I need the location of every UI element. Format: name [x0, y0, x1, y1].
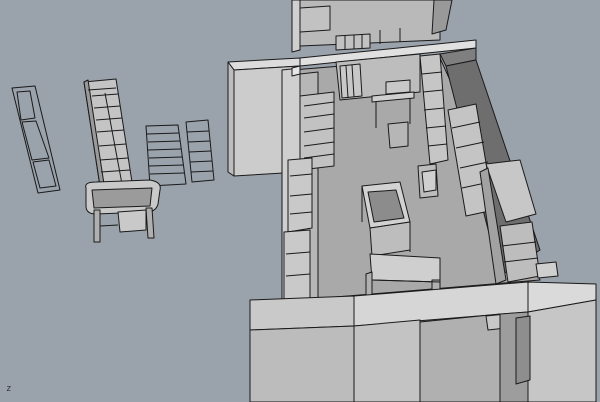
loose-desk[interactable]	[85, 179, 161, 243]
axis-gizmo-icon: z	[6, 384, 11, 394]
axis-label-text: z	[6, 384, 12, 394]
loose-frame-pair[interactable]	[145, 119, 215, 187]
model-scene[interactable]	[0, 0, 600, 402]
loose-frame-tall[interactable]	[11, 85, 61, 194]
back-room[interactable]	[291, 0, 453, 53]
front-wall[interactable]	[249, 281, 597, 402]
armchair[interactable]	[417, 163, 439, 199]
loose-bookcase[interactable]	[83, 78, 133, 187]
3d-perspective-viewport[interactable]: z	[0, 0, 600, 402]
